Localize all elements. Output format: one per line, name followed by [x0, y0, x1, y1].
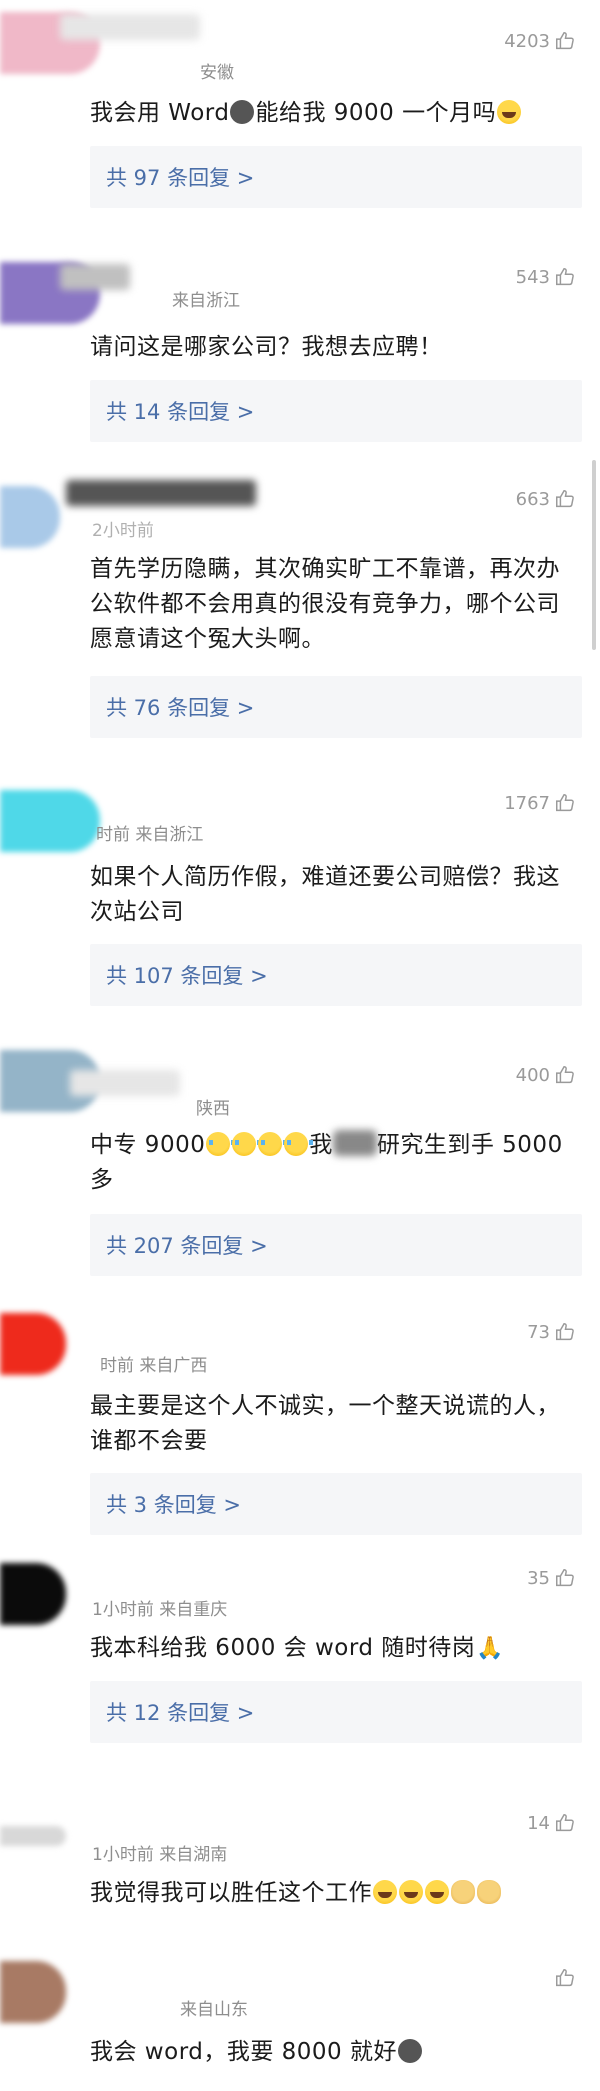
like-button[interactable]: 14	[527, 1812, 576, 1834]
avatar[interactable]	[0, 486, 60, 548]
comment-text: 如果个人简历作假，难道还要公司赔偿？我这次站公司	[90, 864, 560, 925]
avatar[interactable]	[0, 1961, 66, 2023]
comment-meta: 时前 来自广西	[100, 1356, 208, 1376]
comment-item: 陕西 400 中专 9000 我研究生到手 5000 多 共 207 条回复 >	[0, 1050, 600, 1310]
praying-hands-icon: 🙏	[476, 1636, 505, 1661]
comment-item: 时前 来自浙江 1767 如果个人简历作假，难道还要公司赔偿？我这次站公司 共 …	[0, 780, 600, 1020]
avatar[interactable]	[0, 790, 100, 852]
thumbs-up-icon	[556, 1066, 574, 1084]
like-button[interactable]: 663	[516, 488, 576, 510]
like-button[interactable]	[550, 1967, 576, 1989]
scrollbar[interactable]	[592, 460, 596, 650]
comment-text: 我觉得我可以胜任这个工作	[90, 1876, 570, 1911]
crying-emoji-icon	[284, 1132, 314, 1156]
laughing-emoji-icon	[497, 100, 522, 124]
comment-item: 时前 来自广西 73 最主要是这个人不诚实，一个整天说谎的人，谁都不会要 共 3…	[0, 1305, 600, 1555]
like-count: 4203	[504, 30, 550, 52]
like-button[interactable]: 543	[516, 266, 576, 288]
thumbs-up-icon	[556, 1814, 574, 1832]
comment-meta: 1小时前 来自重庆	[92, 1600, 228, 1620]
dog-emoji-icon	[451, 1880, 475, 1904]
like-count: 400	[515, 1064, 550, 1086]
like-button[interactable]: 1767	[504, 792, 576, 814]
comment-meta: 陕西	[196, 1099, 230, 1119]
thumbs-up-icon	[556, 490, 574, 508]
emoji-icon	[398, 2039, 423, 2063]
comment-meta: 来自浙江	[172, 291, 240, 311]
thumbs-up-icon	[556, 268, 574, 286]
like-button[interactable]: 400	[516, 1064, 576, 1086]
username-blurred[interactable]	[60, 14, 200, 40]
laughing-emoji-icon	[373, 1880, 397, 1904]
like-count: 663	[515, 488, 550, 510]
comment-meta: 时前 来自浙江	[96, 825, 204, 845]
crying-emoji-icon	[206, 1132, 236, 1156]
avatar[interactable]	[0, 1563, 66, 1625]
comment-item: 安徽 4203 我会用 Word 能给我 9000 一个月吗 共 97 条回复 >	[0, 0, 600, 215]
replies-link[interactable]: 共 107 条回复 >	[90, 944, 582, 1006]
like-count: 1767	[504, 792, 550, 814]
username-blurred[interactable]	[66, 480, 256, 506]
comment-meta: 安徽	[200, 63, 234, 83]
replies-link[interactable]: 共 14 条回复 >	[90, 380, 582, 442]
username-blurred[interactable]	[60, 264, 130, 290]
like-button[interactable]: 4203	[504, 30, 576, 52]
avatar[interactable]	[0, 1313, 66, 1375]
comment-text: 我会 word，我要 8000 就好	[90, 2035, 570, 2070]
like-count: 14	[527, 1812, 550, 1834]
comment-text: 请问这是哪家公司？我想去应聘！	[90, 334, 443, 360]
like-button[interactable]: 35	[527, 1567, 576, 1589]
like-count: 543	[515, 266, 550, 288]
avatar[interactable]	[0, 1826, 66, 1846]
comment-meta: 来自山东	[180, 2000, 248, 2020]
comment-text: 我会用 Word 能给我 9000 一个月吗	[90, 96, 570, 131]
username-blurred[interactable]	[70, 1070, 180, 1096]
replies-link[interactable]: 共 12 条回复 >	[90, 1681, 582, 1743]
like-button[interactable]: 73	[527, 1321, 576, 1343]
like-count: 73	[527, 1321, 550, 1343]
thumbs-up-icon	[556, 794, 574, 812]
comment-meta: 1小时前 来自湖南	[92, 1845, 228, 1865]
comment-text: 首先学历隐瞒，其次确实旷工不靠谱，再次办公软件都不会用真的很没有竞争力，哪个公司…	[90, 556, 560, 652]
comment-text: 我本科给我 6000 会 word 随时待岗🙏	[90, 1631, 570, 1666]
laughing-emoji-icon	[399, 1880, 423, 1904]
replies-link[interactable]: 共 97 条回复 >	[90, 146, 582, 208]
replies-link[interactable]: 共 76 条回复 >	[90, 676, 582, 738]
crying-emoji-icon	[258, 1132, 288, 1156]
comment-text: 中专 9000 我研究生到手 5000 多	[90, 1130, 563, 1193]
comment-item: 2小时前 663 首先学历隐瞒，其次确实旷工不靠谱，再次办公软件都不会用真的很没…	[0, 470, 600, 750]
replies-link[interactable]: 共 3 条回复 >	[90, 1473, 582, 1535]
comment-item: 1小时前 来自重庆 35 我本科给我 6000 会 word 随时待岗🙏 共 1…	[0, 1555, 600, 1755]
comment-item: 来自山东 我会 word，我要 8000 就好	[0, 1955, 600, 2091]
like-count: 35	[527, 1567, 550, 1589]
crying-emoji-icon	[232, 1132, 262, 1156]
comment-item: 1小时前 来自湖南 14 我觉得我可以胜任这个工作	[0, 1800, 600, 1930]
dog-emoji-icon	[477, 1880, 501, 1904]
emoji-icon	[230, 100, 255, 124]
blurred-word	[332, 1130, 377, 1156]
thumbs-up-icon	[556, 32, 574, 50]
comment-item: 来自浙江 543 请问这是哪家公司？我想去应聘！ 共 14 条回复 >	[0, 250, 600, 450]
comment-meta: 2小时前	[92, 521, 154, 541]
replies-link[interactable]: 共 207 条回复 >	[90, 1214, 582, 1276]
comment-text: 最主要是这个人不诚实，一个整天说谎的人，谁都不会要	[90, 1393, 560, 1454]
thumbs-up-icon	[556, 1569, 574, 1587]
thumbs-up-icon	[556, 1323, 574, 1341]
thumbs-up-icon	[556, 1969, 574, 1987]
laughing-emoji-icon	[425, 1880, 449, 1904]
